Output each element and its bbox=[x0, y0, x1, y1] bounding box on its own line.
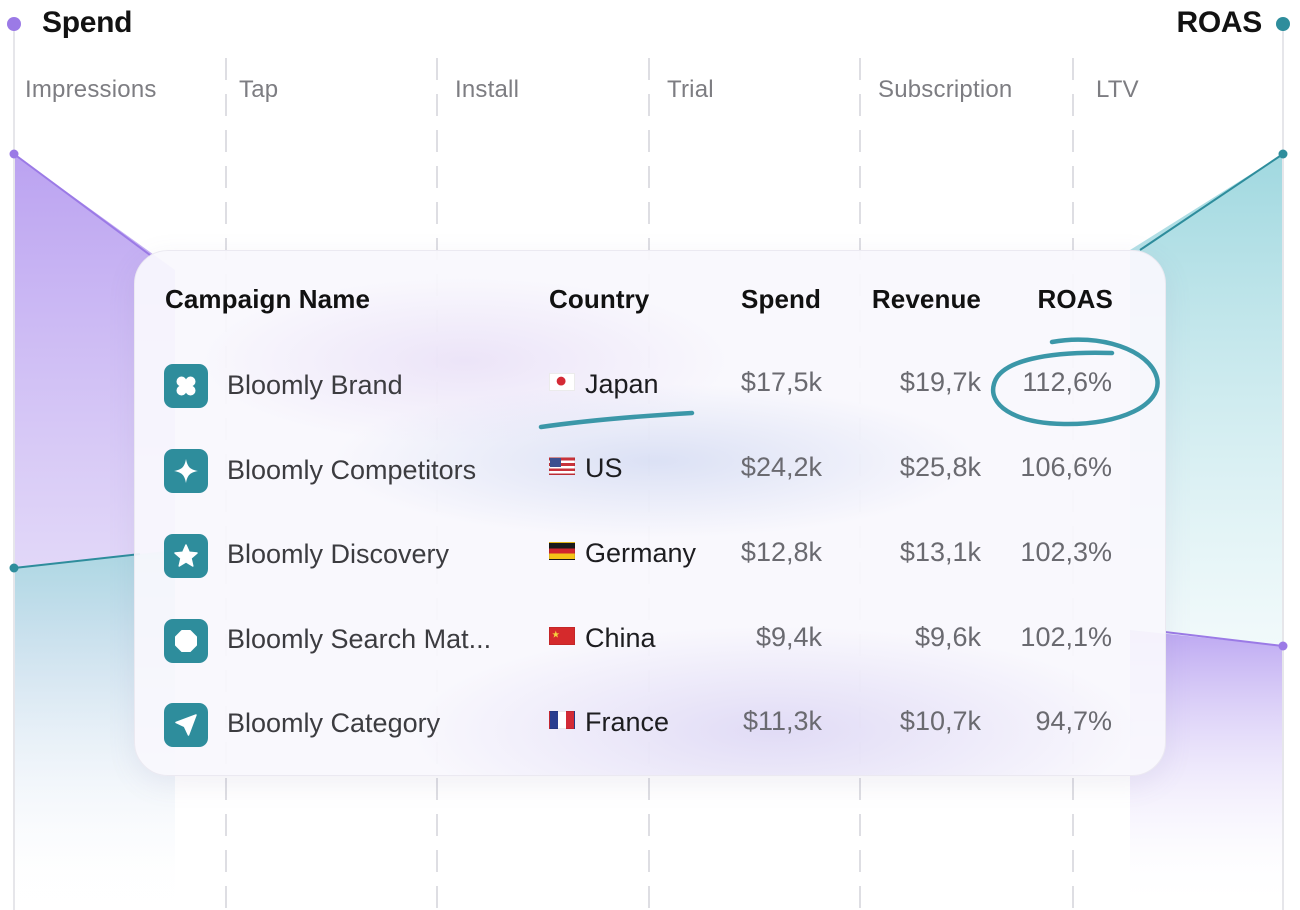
revenue-value: $13,1k bbox=[899, 537, 981, 567]
country-label: France bbox=[585, 707, 670, 737]
revenue-value: $9,6k bbox=[914, 622, 981, 652]
roas-legend-dot bbox=[1276, 17, 1290, 31]
stage-impressions: Impressions bbox=[25, 76, 157, 103]
campaign-table-card bbox=[134, 250, 1166, 776]
roas-value: 94,7% bbox=[1035, 706, 1112, 736]
star-icon bbox=[164, 534, 208, 578]
spend-point-end bbox=[1278, 641, 1288, 651]
sparkle-icon bbox=[164, 449, 208, 493]
revenue-value: $19,7k bbox=[899, 367, 981, 397]
spend-value: $9,4k bbox=[755, 622, 822, 652]
us-flag-icon bbox=[549, 457, 575, 475]
china-flag-icon bbox=[549, 627, 575, 645]
spend-value: $24,2k bbox=[740, 452, 822, 482]
stage-ltv: LTV bbox=[1096, 76, 1139, 103]
country-cell: France bbox=[549, 707, 669, 738]
roas-value: 102,1% bbox=[1020, 622, 1112, 652]
roas-value: 112,6% bbox=[1022, 367, 1112, 397]
roas-axis-title: ROAS bbox=[1176, 6, 1263, 39]
country-label: Japan bbox=[585, 369, 659, 399]
campaign-name: Bloomly Category bbox=[227, 708, 441, 738]
roas-value: 102,3% bbox=[1020, 537, 1112, 567]
clover-icon bbox=[164, 364, 208, 408]
germany-flag-icon bbox=[549, 542, 575, 560]
stage-subscription: Subscription bbox=[878, 76, 1013, 103]
japan-flag-icon bbox=[549, 373, 575, 391]
country-cell: US bbox=[549, 453, 623, 484]
roas-point-end bbox=[1278, 149, 1288, 159]
spend-value: $17,5k bbox=[740, 367, 822, 397]
revenue-value: $25,8k bbox=[899, 452, 981, 482]
campaign-name: Bloomly Search Mat... bbox=[227, 624, 492, 654]
header-spend[interactable]: Spend bbox=[671, 284, 821, 315]
header-country[interactable]: Country bbox=[549, 284, 649, 315]
stage-install: Install bbox=[455, 76, 520, 103]
spend-value: $12,8k bbox=[740, 537, 822, 567]
spend-legend-dot bbox=[7, 17, 21, 31]
country-cell: Japan bbox=[549, 369, 659, 400]
revenue-value: $10,7k bbox=[899, 706, 981, 736]
octagon-icon bbox=[164, 619, 208, 663]
spend-value: $11,3k bbox=[742, 706, 822, 736]
header-roas[interactable]: ROAS bbox=[963, 284, 1113, 315]
header-revenue[interactable]: Revenue bbox=[831, 284, 981, 315]
header-campaign-name[interactable]: Campaign Name bbox=[165, 284, 370, 315]
campaign-name: Bloomly Discovery bbox=[227, 539, 450, 569]
country-label: US bbox=[585, 453, 623, 483]
campaign-name: Bloomly Competitors bbox=[227, 455, 477, 485]
navigation-arrow-icon bbox=[164, 703, 208, 747]
campaign-name: Bloomly Brand bbox=[227, 370, 403, 400]
country-label: China bbox=[585, 623, 656, 653]
stage-tap: Tap bbox=[239, 76, 279, 103]
france-flag-icon bbox=[549, 711, 575, 729]
country-cell: China bbox=[549, 623, 656, 654]
roas-point-start bbox=[9, 563, 19, 573]
roas-value: 106,6% bbox=[1020, 452, 1112, 482]
spend-point-start bbox=[9, 149, 19, 159]
stage-trial: Trial bbox=[667, 76, 714, 103]
spend-axis-title: Spend bbox=[42, 6, 133, 39]
